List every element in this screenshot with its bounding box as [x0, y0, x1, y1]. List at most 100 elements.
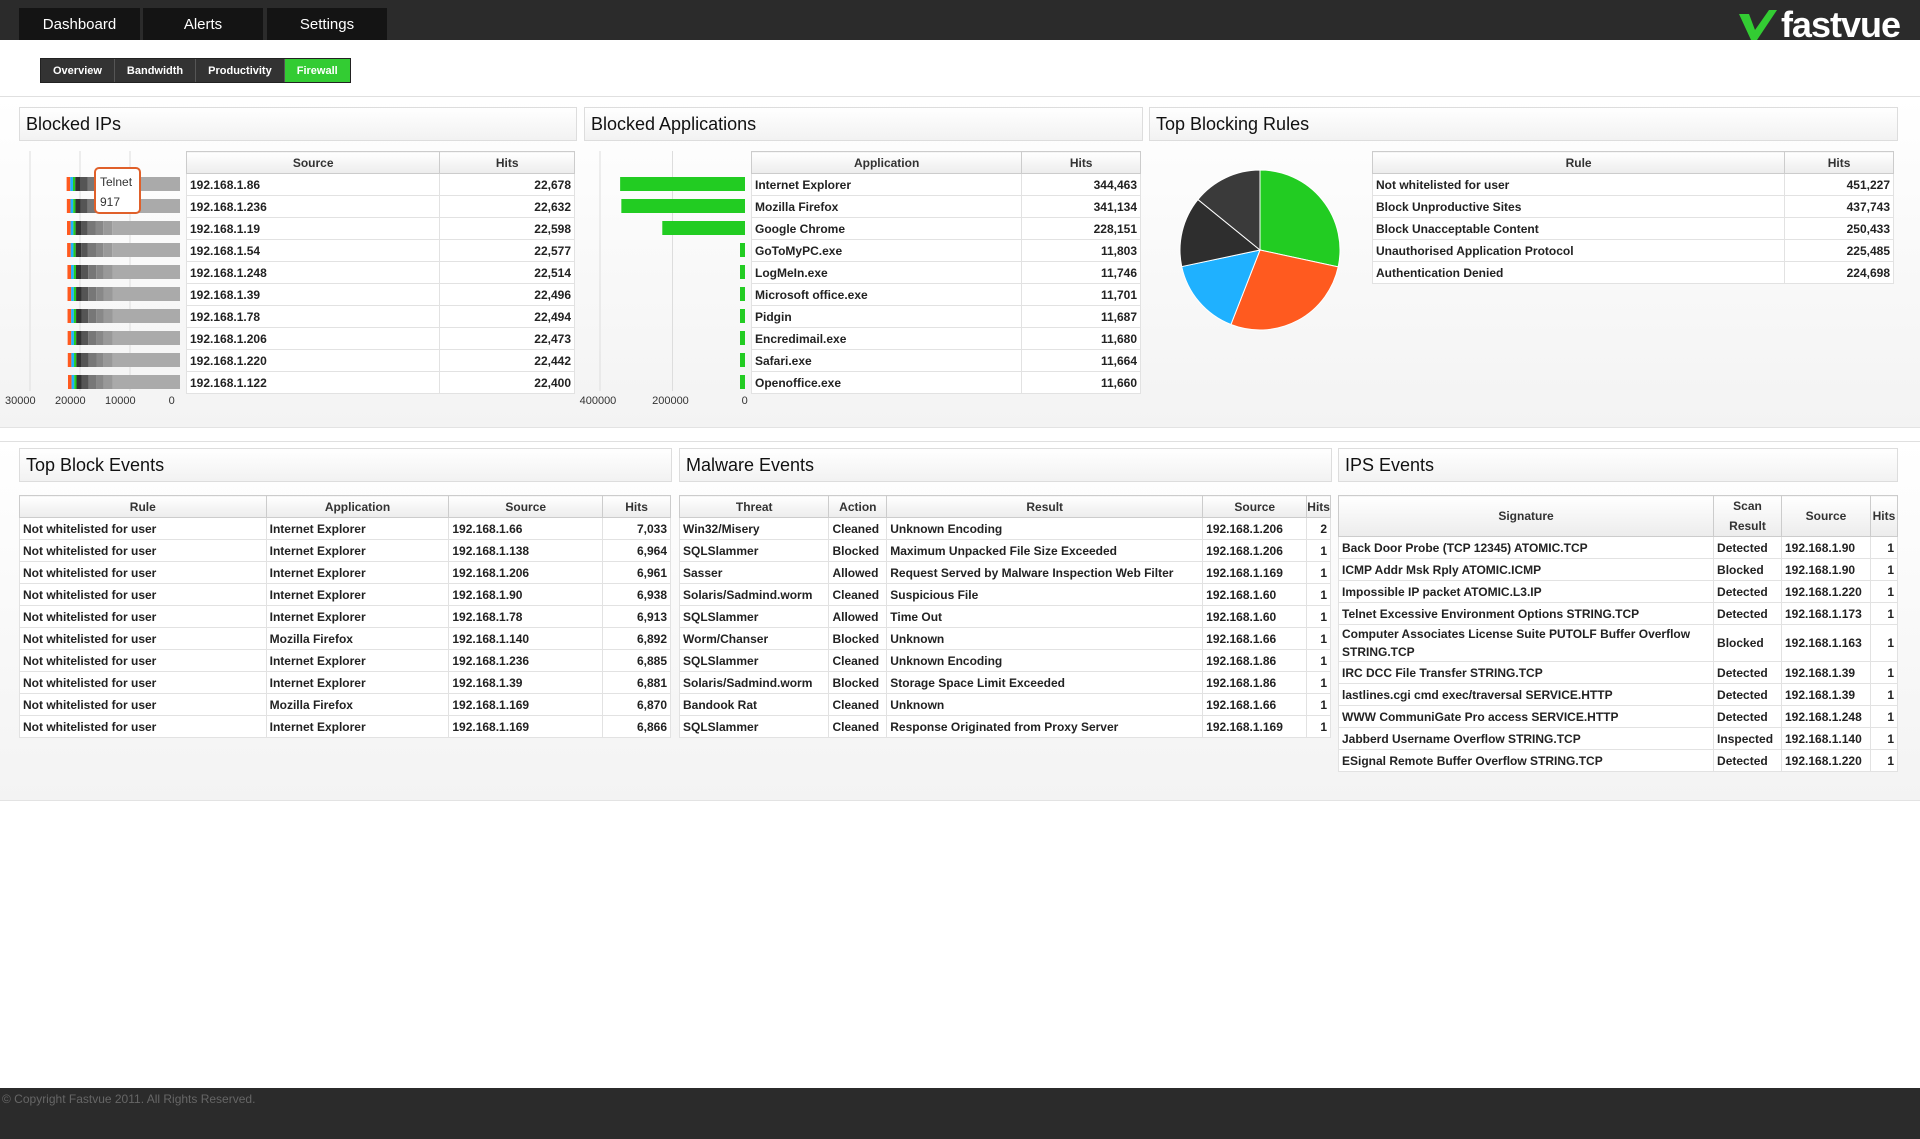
table-row[interactable]: Bandook Rat Cleaned Unknown 192.168.1.66 1: [678, 693, 1331, 716]
table-row[interactable]: Not whitelisted for user 451,227: [1371, 173, 1894, 196]
ip-bar-segment[interactable]: [88, 353, 97, 367]
table-row[interactable]: Not whitelisted for user Internet Explore…: [19, 539, 671, 562]
ip-bar-segment[interactable]: [112, 375, 180, 389]
tab-firewall[interactable]: Firewall: [284, 59, 350, 82]
table-row[interactable]: GoToMyPC.exe 11,803: [750, 239, 1141, 262]
column-header[interactable]: Source: [1202, 495, 1308, 518]
ip-bar-segment[interactable]: [76, 331, 82, 345]
ip-bar-segment[interactable]: [81, 353, 89, 367]
ip-bar-segment[interactable]: [96, 375, 104, 389]
ip-bar-segment[interactable]: [80, 199, 88, 213]
table-row[interactable]: Not whitelisted for user Internet Explore…: [19, 561, 671, 584]
fastvue-logo[interactable]: fastvue: [1738, 4, 1901, 46]
ip-bar-segment[interactable]: [68, 375, 72, 389]
table-row[interactable]: ESignal Remote Buffer Overflow STRING.TC…: [1337, 749, 1899, 772]
ip-bar-segment[interactable]: [112, 309, 180, 323]
ip-bar-segment[interactable]: [67, 221, 71, 235]
table-row[interactable]: Not whitelisted for user Internet Explore…: [19, 649, 671, 672]
table-row[interactable]: Microsoft office.exe 11,701: [750, 283, 1141, 306]
table-row[interactable]: 192.168.1.220 22,442: [185, 349, 575, 372]
column-header[interactable]: Application: [265, 495, 450, 518]
table-row[interactable]: lastlines.cgi cmd exec/traversal SERVICE…: [1337, 683, 1899, 706]
table-row[interactable]: Telnet Excessive Environment Options STR…: [1337, 602, 1899, 625]
ip-bar-segment[interactable]: [66, 199, 71, 213]
table-row[interactable]: Sasser Allowed Request Served by Malware I…: [678, 561, 1331, 584]
column-header[interactable]: Action: [828, 495, 888, 518]
table-row[interactable]: LogMeIn.exe 11,746: [750, 261, 1141, 284]
ip-bar-segment[interactable]: [103, 309, 113, 323]
table-row[interactable]: Encredimail.exe 11,680: [750, 327, 1141, 350]
ip-bar-segment[interactable]: [103, 221, 113, 235]
ip-bar-segment[interactable]: [81, 331, 89, 345]
ip-bar-segment[interactable]: [112, 265, 180, 279]
ip-bar-segment[interactable]: [96, 309, 104, 323]
table-row[interactable]: Solaris/Sadmind.worm Blocked Storage Space…: [678, 671, 1331, 694]
ip-bar-segment[interactable]: [74, 375, 77, 389]
table-row[interactable]: Openoffice.exe 11,660: [750, 371, 1141, 394]
app-bar[interactable]: [740, 243, 745, 257]
ip-bar-segment[interactable]: [112, 331, 180, 345]
ip-bar-segment[interactable]: [73, 199, 76, 213]
column-header[interactable]: Source: [185, 151, 441, 174]
ip-bar-segment[interactable]: [112, 287, 180, 301]
ip-bar-segment[interactable]: [81, 309, 89, 323]
ip-bar-segment[interactable]: [76, 287, 82, 301]
table-row[interactable]: Not whitelisted for user Internet Explore…: [19, 671, 671, 694]
app-bar[interactable]: [740, 265, 745, 279]
ip-bar-segment[interactable]: [71, 375, 75, 389]
table-row[interactable]: Not whitelisted for user Internet Explore…: [19, 517, 671, 540]
ip-bar-segment[interactable]: [103, 375, 113, 389]
ip-bar-segment[interactable]: [73, 331, 77, 345]
ip-bar-segment[interactable]: [81, 265, 89, 279]
ip-bar-segment[interactable]: [67, 287, 72, 301]
ip-bar-segment[interactable]: [73, 287, 77, 301]
table-row[interactable]: 192.168.1.122 22,400: [185, 371, 575, 394]
ip-bar-segment[interactable]: [70, 243, 74, 257]
table-row[interactable]: 192.168.1.78 22,494: [185, 305, 575, 328]
table-row[interactable]: 192.168.1.54 22,577: [185, 239, 575, 262]
ip-bar-segment[interactable]: [95, 221, 104, 235]
column-header[interactable]: Application: [750, 151, 1023, 174]
column-header[interactable]: Result: [886, 495, 1204, 518]
table-row[interactable]: SQLSlammer Blocked Maximum Unpacked File S…: [678, 539, 1331, 562]
tab-bandwidth[interactable]: Bandwidth: [115, 59, 197, 82]
ip-bar-segment[interactable]: [76, 309, 82, 323]
nav-settings[interactable]: Settings: [267, 8, 387, 40]
table-row[interactable]: Not whitelisted for user Internet Explore…: [19, 583, 671, 606]
ip-bar-segment[interactable]: [81, 221, 88, 235]
column-header[interactable]: Threat: [678, 495, 830, 518]
ip-bar-segment[interactable]: [88, 265, 97, 279]
app-bar[interactable]: [740, 309, 745, 323]
table-row[interactable]: 192.168.1.236 22,632: [185, 195, 575, 218]
ip-bar-segment[interactable]: [96, 243, 104, 257]
table-row[interactable]: 192.168.1.39 22,496: [185, 283, 575, 306]
nav-alerts[interactable]: Alerts: [143, 8, 263, 40]
column-header[interactable]: Signature: [1337, 495, 1715, 537]
ip-bar-segment[interactable]: [75, 199, 81, 213]
ip-bar-segment[interactable]: [67, 243, 71, 257]
ip-bar-segment[interactable]: [88, 331, 97, 345]
ip-bar-segment[interactable]: [76, 375, 82, 389]
table-row[interactable]: WWW CommuniGate Pro access SERVICE.HTTP D…: [1337, 705, 1899, 728]
table-row[interactable]: Not whitelisted for user Mozilla Firefox 1…: [19, 627, 671, 650]
ip-bar-segment[interactable]: [70, 177, 73, 191]
column-header[interactable]: Rule: [19, 495, 267, 518]
table-row[interactable]: ICMP Addr Msk Rply ATOMIC.ICMP Blocked 192…: [1337, 558, 1899, 581]
ip-bar-segment[interactable]: [73, 221, 76, 235]
app-bar[interactable]: [740, 287, 745, 301]
table-row[interactable]: 192.168.1.206 22,473: [185, 327, 575, 350]
ip-bar-segment[interactable]: [66, 177, 71, 191]
ip-bar-segment[interactable]: [67, 353, 72, 367]
ip-bar-segment[interactable]: [71, 265, 74, 279]
column-header[interactable]: Hits: [1869, 495, 1899, 537]
ip-bar-segment[interactable]: [87, 243, 97, 257]
ip-bar-segment[interactable]: [73, 309, 77, 323]
table-row[interactable]: Mozilla Firefox 341,134: [750, 195, 1141, 218]
table-row[interactable]: Not whitelisted for user Internet Explore…: [19, 605, 671, 628]
table-row[interactable]: Internet Explorer 344,463: [750, 173, 1141, 196]
app-bar[interactable]: [662, 221, 745, 235]
column-header[interactable]: Hits: [439, 151, 575, 174]
table-row[interactable]: 192.168.1.248 22,514: [185, 261, 575, 284]
ip-bar-segment[interactable]: [67, 309, 72, 323]
app-bar[interactable]: [740, 375, 745, 389]
